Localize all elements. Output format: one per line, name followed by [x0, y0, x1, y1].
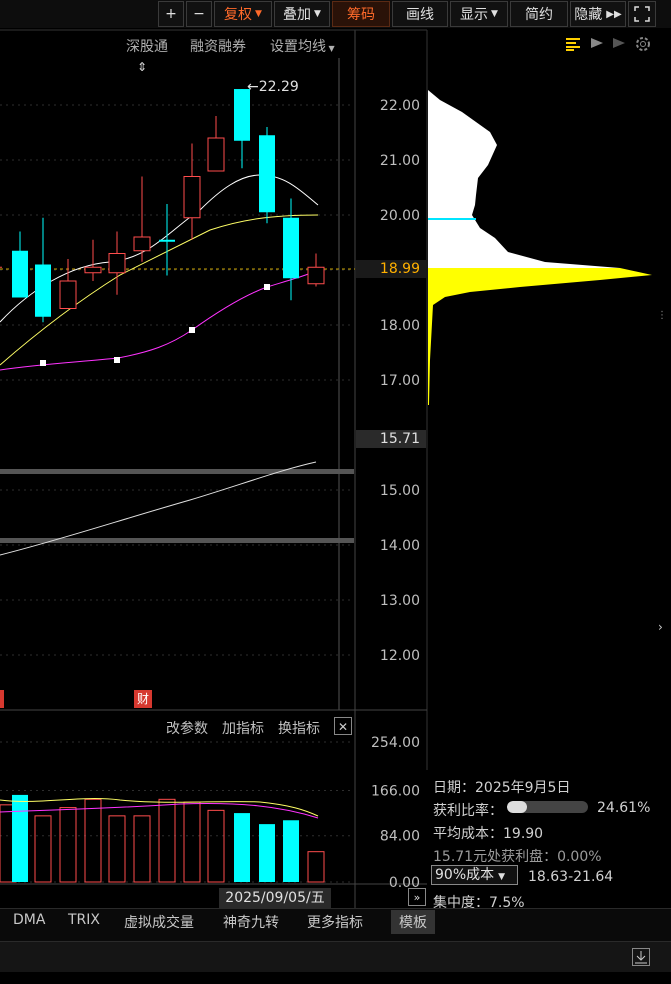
y-tick-label: 13.00	[380, 593, 420, 609]
grid-lines	[0, 104, 355, 883]
ma-marker	[264, 284, 270, 290]
current-price-tag: 18.99	[356, 260, 426, 278]
swap-indicator-link[interactable]: 换指标	[278, 718, 320, 738]
info-date: 日期：2025年9月5日	[433, 780, 571, 796]
high-annotation: ←22.29	[247, 79, 299, 95]
candle-body	[59, 280, 77, 309]
candle-body	[259, 135, 275, 213]
y-tick-label: 14.00	[380, 538, 420, 554]
candle-body	[84, 266, 102, 274]
candle-body	[159, 239, 175, 242]
candle-body	[307, 266, 325, 285]
cost-range: 18.63-21.64	[528, 869, 614, 885]
change-params-link[interactable]: 改参数	[166, 718, 208, 738]
volume-bar	[84, 798, 102, 883]
volume-bar	[234, 813, 250, 882]
volume-bar	[259, 824, 275, 882]
candle-body	[183, 176, 201, 219]
panel-divider	[0, 469, 354, 474]
collapse-right-icon[interactable]: ›	[658, 620, 668, 640]
volume-bar	[158, 798, 176, 883]
ma-marker	[189, 327, 195, 333]
candle-body	[35, 264, 51, 317]
y-tick-label: 12.00	[380, 648, 420, 664]
close-icon[interactable]: ✕	[334, 717, 352, 735]
add-indicator-link[interactable]: 加指标	[222, 718, 264, 738]
avg-cost: 平均成本：19.90	[433, 826, 544, 842]
profit-ratio-label: 获利比率：	[433, 803, 503, 819]
crosshair-date-label: 2025/09/05/五	[219, 888, 331, 908]
chip-profit-area	[428, 90, 620, 268]
scroll-grip-icon[interactable]: ⋮	[657, 310, 667, 321]
status-strip	[0, 941, 671, 972]
candle-body	[234, 89, 250, 141]
volume-tick-label: 84.00	[380, 829, 420, 845]
tab-virtual-volume[interactable]: 虚拟成交量	[124, 912, 194, 932]
drag-handle-icon[interactable]: ⇕	[137, 60, 147, 74]
cost-select-label: 90%成本	[435, 867, 495, 883]
low-price-tag: 15.71	[356, 430, 426, 448]
volume-bar	[183, 801, 201, 883]
expand-right-icon[interactable]: »	[408, 888, 426, 906]
tab-template[interactable]: 模板	[391, 910, 435, 934]
y-axis: 22.0021.0020.0019.0018.0017.0015.0014.00…	[371, 98, 420, 891]
tab-trix[interactable]: TRIX	[68, 912, 100, 928]
chip-loss-area	[428, 268, 652, 405]
profit-at-price: 15.71元处获利盘：0.00%	[433, 849, 602, 865]
volume-tick-label: 166.00	[371, 784, 420, 800]
profit-ratio-bar	[507, 801, 588, 813]
ma-marker	[40, 360, 46, 366]
profit-ratio-value: 24.61%	[597, 800, 651, 816]
candle-body	[283, 217, 299, 279]
volume-bar	[108, 815, 126, 883]
price-chart[interactable]: 22.0021.0020.0019.0018.0017.0015.0014.00…	[0, 0, 671, 984]
volume-tick-label: 254.00	[371, 735, 420, 751]
high-label: 22.29	[258, 79, 299, 95]
moving-average-lines	[0, 174, 319, 556]
ma-marker	[114, 357, 120, 363]
candlesticks	[0, 89, 325, 323]
volume-bar	[12, 794, 28, 882]
download-icon[interactable]	[632, 948, 650, 966]
volume-bar	[307, 851, 325, 883]
y-tick-label: 22.00	[380, 98, 420, 114]
chip-distribution	[428, 90, 652, 405]
profit-ratio-fill	[507, 801, 527, 813]
y-tick-label: 20.00	[380, 208, 420, 224]
volume-bar	[133, 815, 151, 883]
volume-bars	[0, 794, 325, 883]
candle-body	[207, 137, 225, 172]
volume-bar	[283, 820, 299, 882]
candle-body	[133, 236, 151, 252]
y-tick-label: 21.00	[380, 153, 420, 169]
tab-more-indicators[interactable]: 更多指标	[307, 912, 363, 932]
volume-bar	[207, 809, 225, 883]
y-tick-label: 17.00	[380, 373, 420, 389]
volume-bar	[59, 807, 77, 883]
y-tick-label: 15.00	[380, 483, 420, 499]
chevron-down-icon: ▼	[498, 872, 506, 882]
volume-bar	[34, 815, 52, 883]
candle-body	[108, 253, 126, 274]
tab-magic-nine[interactable]: 神奇九转	[223, 912, 279, 932]
cost-select[interactable]: 90%成本 ▼	[431, 865, 518, 885]
candle-body	[12, 250, 28, 298]
tab-dma[interactable]: DMA	[13, 912, 45, 928]
cai-badge-edge	[0, 690, 4, 708]
y-tick-label: 18.00	[380, 318, 420, 334]
cai-badge[interactable]: 财	[134, 690, 152, 708]
